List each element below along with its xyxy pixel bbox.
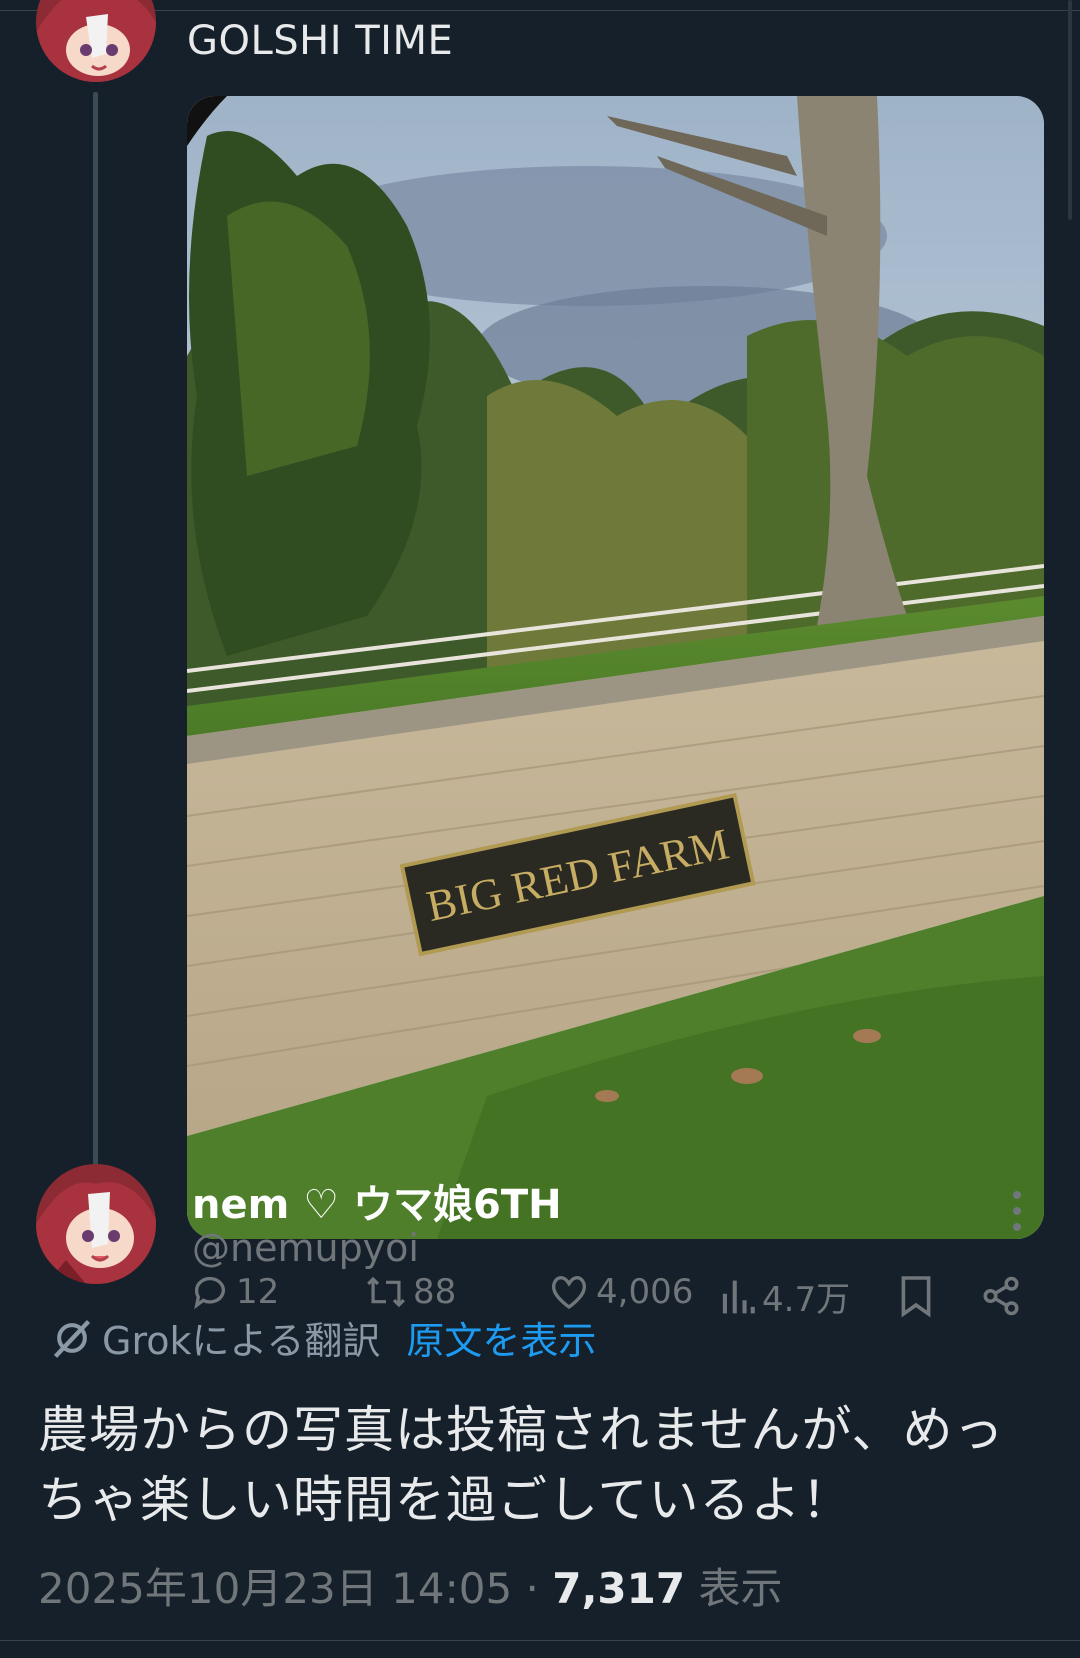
thread-connector-line: [93, 92, 98, 1172]
scrollbar[interactable]: [1068, 0, 1072, 220]
translation-label: Grokによる翻訳: [102, 1319, 381, 1363]
translation-row: Grokによる翻訳 原文を表示: [50, 1310, 596, 1365]
like-button[interactable]: 4,006: [548, 1272, 693, 1312]
display-name[interactable]: nem ♡ ウマ娘6TH: [192, 1172, 562, 1230]
user-handle[interactable]: @nemupyoi: [192, 1226, 419, 1270]
bottom-divider: [0, 1640, 1080, 1641]
views-total: 7,317: [552, 1564, 686, 1613]
bookmark-icon[interactable]: [898, 1274, 934, 1318]
analytics-icon: [722, 1280, 755, 1313]
avatar[interactable]: [36, 0, 156, 82]
reply-button[interactable]: 12: [190, 1272, 279, 1312]
show-original-link[interactable]: 原文を表示: [406, 1310, 596, 1365]
grok-icon: [53, 1319, 91, 1358]
repost-count: 88: [413, 1272, 457, 1312]
repost-button[interactable]: 88: [365, 1272, 456, 1312]
like-count: 4,006: [596, 1272, 694, 1312]
repost-icon: [367, 1276, 405, 1308]
more-options-icon[interactable]: [1012, 1190, 1022, 1232]
views-count: 4.7万: [762, 1280, 851, 1320]
heart-icon: [552, 1276, 586, 1310]
reply-count: 12: [236, 1272, 280, 1312]
user-avatar[interactable]: [36, 1164, 156, 1284]
views-label: 表示: [685, 1564, 783, 1613]
top-divider: [0, 10, 1080, 11]
meta-separator: ·: [512, 1564, 553, 1613]
reply-icon: [194, 1276, 225, 1310]
previous-post-text: GOLSHI TIME: [187, 18, 454, 64]
post-photo[interactable]: BIG RED FARM: [187, 96, 1044, 1239]
post-text: 農場からの写真は投稿されませんが、めっちゃ楽しい時間を過ごしているよ！: [38, 1401, 1005, 1529]
views-button[interactable]: 4.7万: [720, 1272, 850, 1321]
post-timestamp[interactable]: 2025年10月23日 14:05: [38, 1564, 512, 1613]
share-icon[interactable]: [980, 1274, 1022, 1318]
post-meta: 2025年10月23日 14:05 · 7,317 表示: [38, 1555, 782, 1616]
